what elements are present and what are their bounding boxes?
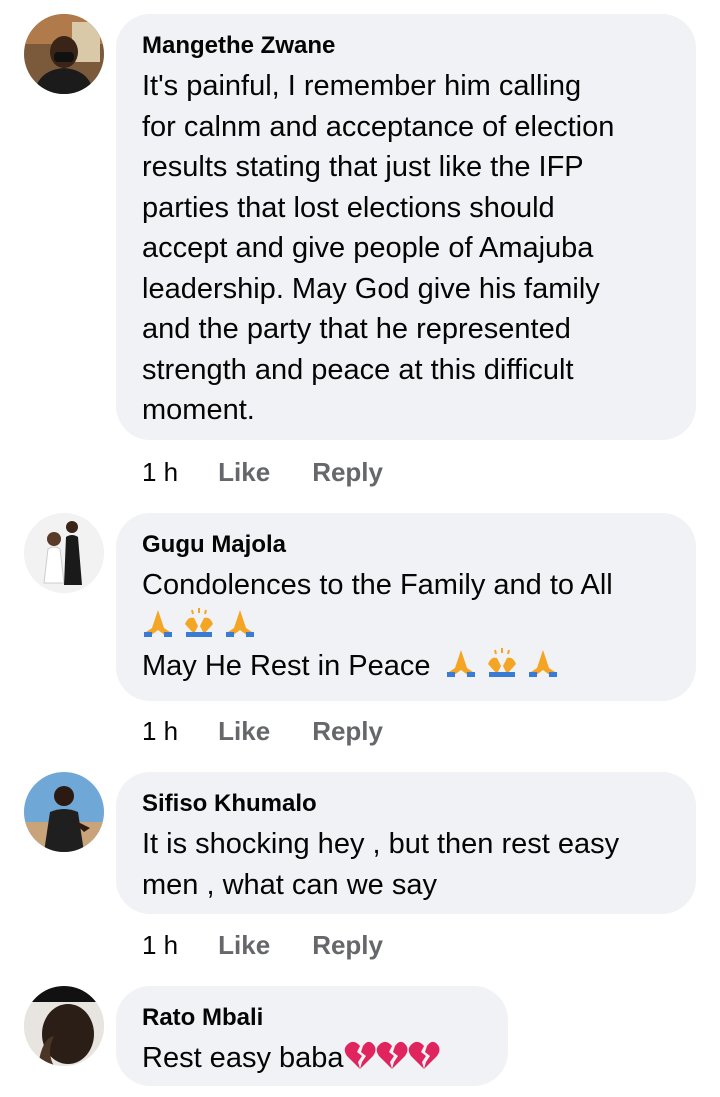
avatar[interactable] (24, 986, 104, 1066)
comment-bubble: Mangethe Zwane It's painful, I remember … (116, 14, 696, 440)
comment-author[interactable]: Gugu Majola (142, 529, 670, 561)
like-button[interactable]: Like (218, 930, 270, 961)
broken-heart-icon (344, 1040, 376, 1082)
avatar[interactable] (24, 513, 104, 593)
comment-actions: 1 h Like Reply (142, 711, 383, 751)
comment-author[interactable]: Sifiso Khumalo (142, 788, 670, 820)
broken-heart-icon (376, 1040, 408, 1082)
comment-timestamp[interactable]: 1 h (142, 457, 178, 488)
praying-hands-icon (224, 606, 256, 650)
comment-actions: 1 h Like Reply (142, 452, 383, 492)
comment-bubble: Gugu Majola Condolences to the Family an… (116, 513, 696, 701)
comment-author[interactable]: Rato Mbali (142, 1002, 482, 1034)
comment-author[interactable]: Mangethe Zwane (142, 30, 670, 62)
comment-text: Condolences to the Family and to All May… (142, 565, 670, 689)
reply-button[interactable]: Reply (312, 930, 383, 961)
broken-heart-icon (408, 1040, 440, 1082)
like-button[interactable]: Like (218, 457, 270, 488)
comment-bubble: Sifiso Khumalo It is shocking hey , but … (116, 772, 696, 914)
avatar[interactable] (24, 772, 104, 852)
praying-hands-icon (445, 646, 477, 690)
raising-hands-icon (485, 646, 519, 690)
comment-text: It's painful, I remember him calling for… (142, 70, 615, 426)
comment-text: Rest easy baba (142, 1038, 482, 1082)
reply-button[interactable]: Reply (312, 457, 383, 488)
comment-timestamp[interactable]: 1 h (142, 930, 178, 961)
praying-hands-icon (142, 606, 174, 650)
reply-button[interactable]: Reply (312, 716, 383, 747)
praying-hands-icon (527, 646, 559, 690)
raising-hands-icon (182, 606, 216, 650)
comment-timestamp[interactable]: 1 h (142, 716, 178, 747)
comment-text: It is shocking hey , but then rest easy … (142, 828, 620, 901)
emoji-line (142, 606, 670, 646)
like-button[interactable]: Like (218, 716, 270, 747)
avatar[interactable] (24, 14, 104, 94)
comment-actions: 1 h Like Reply (142, 925, 383, 965)
comment-bubble: Rato Mbali Rest easy baba (116, 986, 508, 1086)
